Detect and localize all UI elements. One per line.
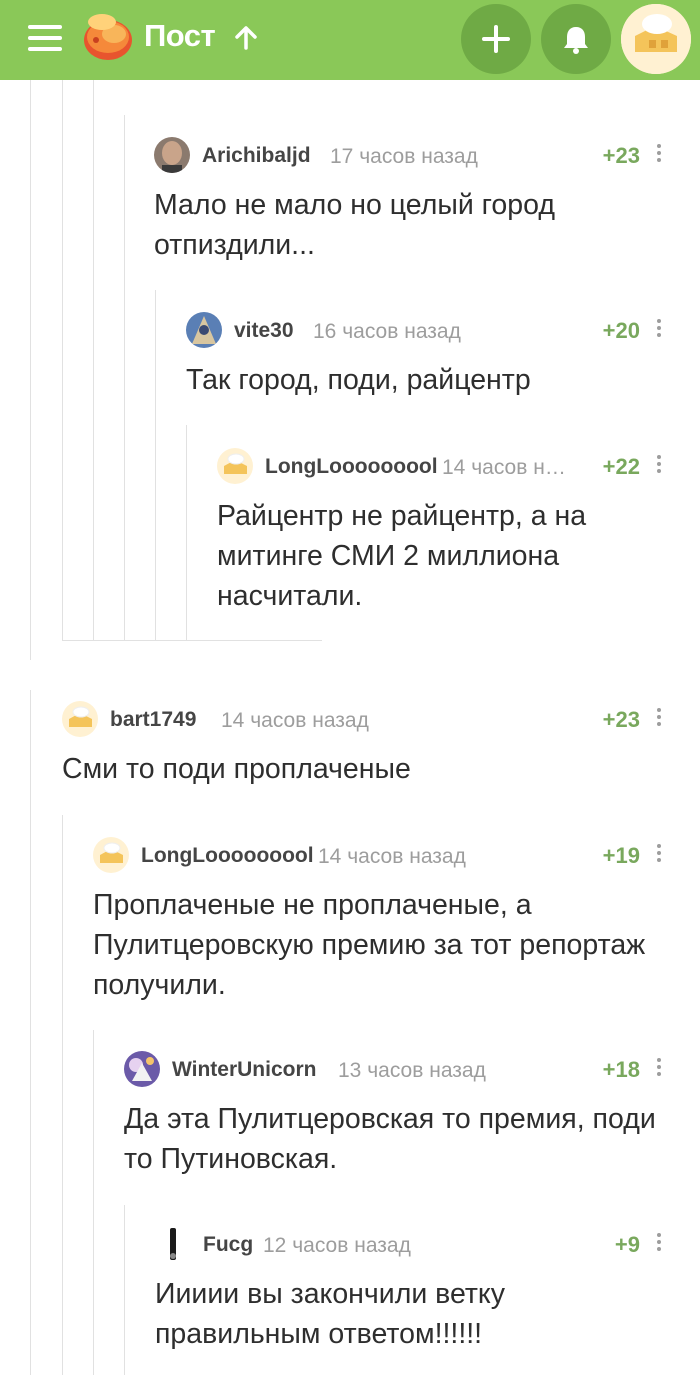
menu-icon[interactable] [28,25,62,53]
thread-line [30,80,31,660]
comment: LongLooooooool 14 часов назад +22 Райцен… [217,446,674,616]
page-title: Пост [144,18,216,53]
thread-line [62,80,63,640]
thread-line [93,80,94,640]
comment-rating: +22 [602,454,640,479]
commenter-avatar[interactable] [154,137,190,173]
commenter-avatar[interactable] [93,837,129,873]
thread-line [30,690,31,1375]
commenter-avatar[interactable] [186,312,222,348]
comment-rating: +19 [602,843,640,868]
comment-text: Райцентр не райцентр, а на митинге СМИ 2… [217,500,587,612]
thread-divider [62,640,322,641]
more-options-icon[interactable] [652,705,666,733]
more-options-icon[interactable] [652,1230,666,1258]
comment-username[interactable]: LongLooooooool [265,455,438,479]
comment-time: 17 часов назад [330,145,478,168]
comment-rating: +23 [602,143,640,168]
comment: Arichibaljd 17 часов назад +23 Мало не м… [154,135,674,265]
comment: Fucg 12 часов назад +9 Иииии вы закончил… [155,1224,674,1354]
top-bar: Пост [0,0,700,80]
comment: WinterUnicorn 13 часов назад +18 Да эта … [124,1049,674,1179]
comment-time: 14 часов назад [221,709,369,732]
comment-text: Да эта Пулитцеровская то премия, поди то… [124,1103,656,1175]
plus-icon [482,25,510,53]
thread-line [124,1205,125,1375]
comment-text: Проплаченые не проплаченые, а Пулитцеров… [93,889,646,1001]
comment-username[interactable]: Arichibaljd [202,144,311,168]
more-options-icon[interactable] [652,1055,666,1083]
comment-username[interactable]: vite30 [234,319,294,343]
commenter-avatar[interactable] [62,701,98,737]
more-options-icon[interactable] [652,141,666,169]
thread-line [186,425,187,640]
comment-time: 14 часов назад [318,845,466,868]
more-options-icon[interactable] [652,316,666,344]
comment-text: Мало не мало но целый город отпиздили... [154,189,555,261]
bell-icon [564,27,588,54]
arrow-up-icon[interactable] [233,24,259,52]
more-options-icon[interactable] [652,452,666,480]
comment-time: 12 часов назад [263,1234,411,1257]
comment-username[interactable]: bart1749 [110,708,196,732]
commenter-avatar[interactable] [217,448,253,484]
comment-rating: +18 [602,1057,640,1082]
thread-line [124,115,125,640]
commenter-avatar[interactable] [124,1051,160,1087]
comment: bart1749 14 часов назад +23 Сми то поди … [62,699,674,789]
comment-username[interactable]: Fucg [203,1233,253,1257]
comment-text: Так город, поди, райцентр [186,364,531,396]
comment-rating: +20 [602,318,640,343]
comment-rating: +23 [602,707,640,732]
comment-time: 13 часов назад [338,1059,486,1082]
thread-line [93,1030,94,1375]
thread-line [155,290,156,640]
add-post-button[interactable] [461,4,531,74]
user-avatar[interactable] [621,4,691,74]
comment-time: 16 часов назад [313,320,461,343]
comment-time: 14 часов назад [442,456,568,479]
comment-rating: +9 [614,1232,640,1257]
comment-username[interactable]: LongLooooooool [141,844,314,868]
thread-line [62,815,63,1375]
comment-text: Иииии вы закончили ветку правильным отве… [155,1278,505,1350]
commenter-avatar[interactable] [155,1226,191,1262]
more-options-icon[interactable] [652,841,666,869]
comment: vite30 16 часов назад +20 Так город, под… [186,310,674,400]
logo-icon[interactable] [78,10,134,62]
notifications-button[interactable] [541,4,611,74]
comment: LongLooooooool 14 часов назад +19 Пропла… [93,835,674,1005]
comment-username[interactable]: WinterUnicorn [172,1058,316,1082]
comment-text: Сми то поди проплаченые [62,753,411,785]
